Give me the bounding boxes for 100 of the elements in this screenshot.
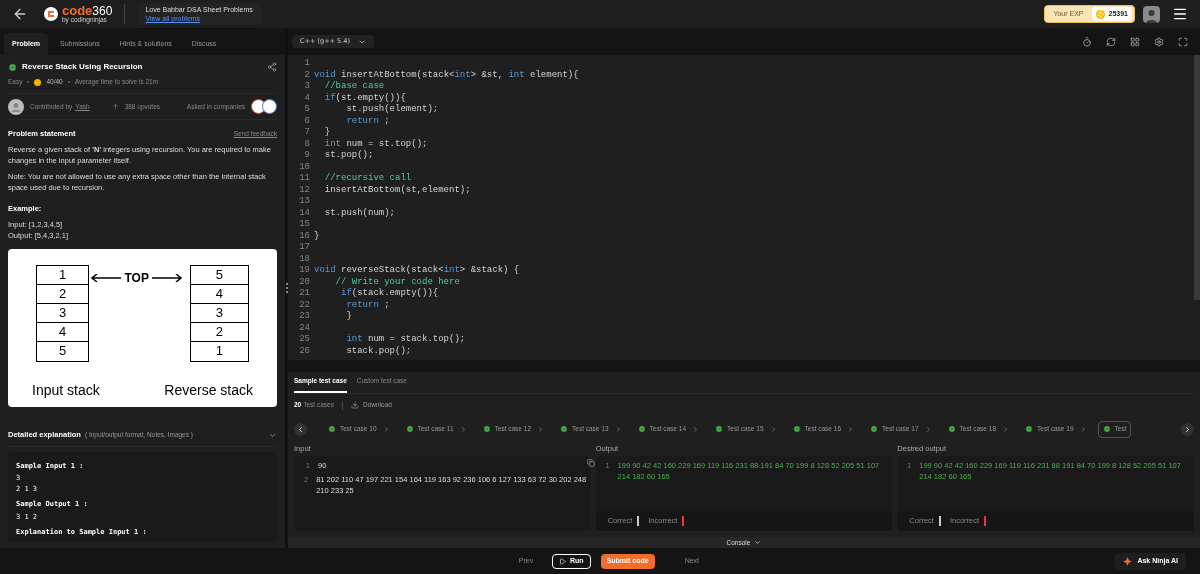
line-number: 18 xyxy=(299,253,310,265)
code-token: void xyxy=(314,265,336,275)
code-token: //base case xyxy=(323,81,385,91)
code-token: insertAtBottom(st,element); xyxy=(323,184,471,195)
refresh-icon[interactable] xyxy=(1106,36,1116,47)
chevron-icon xyxy=(1002,425,1009,433)
code-token: //recursive call xyxy=(323,173,412,183)
line-number: 16 xyxy=(299,230,310,242)
line-number: 10 xyxy=(299,161,310,173)
code-token: > &st, xyxy=(470,69,505,80)
incorrect-indicator xyxy=(682,516,685,526)
chevron-icon xyxy=(614,425,622,433)
code-token: int xyxy=(454,69,471,80)
stack-cell: 1 xyxy=(37,265,89,285)
stack-cell-text: 1 xyxy=(214,341,225,360)
code-token: element){ xyxy=(529,69,579,80)
line-number: 15 xyxy=(299,219,310,231)
code-token: (st.empty()){ xyxy=(335,92,406,103)
fullscreen-icon[interactable] xyxy=(1178,36,1188,47)
download-icon xyxy=(350,401,359,409)
line-number: 17 xyxy=(299,242,310,254)
avatar xyxy=(8,98,24,115)
line-number: 13 xyxy=(299,196,310,208)
chevron-icon xyxy=(769,425,777,433)
copy-icon[interactable] xyxy=(587,459,595,467)
menu-icon[interactable] xyxy=(1172,6,1188,22)
avatar[interactable] xyxy=(1143,5,1160,23)
problem-title: Reverse Stack Using Recursion xyxy=(22,61,143,73)
code-token: return xyxy=(345,115,379,126)
line-number: 2 xyxy=(304,69,310,81)
back-icon[interactable] xyxy=(12,6,28,22)
chevron-icon xyxy=(847,425,854,433)
stack-cell: 2 xyxy=(37,284,89,304)
chevron-icon xyxy=(754,539,762,546)
coin-icon xyxy=(34,78,42,86)
settings-icon[interactable] xyxy=(1154,36,1164,47)
top-label: TOP xyxy=(124,269,149,287)
correct-indicator xyxy=(637,516,640,526)
scroll-right-button[interactable] xyxy=(1181,422,1194,436)
left-arrow xyxy=(91,273,122,282)
brand-name: code xyxy=(62,4,93,18)
line-number: 11 xyxy=(299,173,310,185)
line-number: 8 xyxy=(304,138,310,150)
line-number: 6 xyxy=(304,115,310,127)
code-token: > &stack) { xyxy=(459,265,520,275)
code-token: st.pop(); xyxy=(323,150,374,160)
chevron-icon xyxy=(537,425,544,433)
code-token: void xyxy=(314,69,336,80)
brand-number: 360 xyxy=(92,5,113,18)
diagram-caption: Input stack xyxy=(32,380,100,400)
line-number: 14 xyxy=(299,207,310,219)
chevron-icon xyxy=(459,425,467,433)
stack-cell: 4 xyxy=(37,322,89,342)
line-number: 7 xyxy=(304,127,310,139)
diagram-caption: Reverse stack xyxy=(164,380,253,400)
stack-cell: 5 xyxy=(190,265,248,285)
correct-indicator xyxy=(938,516,941,526)
line-number: 25 xyxy=(299,334,310,346)
code-token: return xyxy=(345,299,379,310)
layout-icon[interactable] xyxy=(1130,36,1140,47)
line-number: 23 xyxy=(299,311,310,323)
code-token: stack.pop(); xyxy=(345,345,412,356)
right-arrow xyxy=(151,273,182,282)
chevron-icon xyxy=(1183,424,1192,434)
logo-icon xyxy=(44,7,58,21)
sparkle-icon xyxy=(1123,556,1133,566)
chevron-icon xyxy=(924,425,932,433)
timer-icon[interactable] xyxy=(1082,36,1092,47)
scrollbar[interactable] xyxy=(1194,55,1200,300)
code-token: ; xyxy=(383,299,390,310)
code-token: } xyxy=(345,311,352,321)
incorrect-indicator xyxy=(984,516,987,526)
chevron-icon xyxy=(1079,425,1087,433)
code-token: num = st.top(); xyxy=(345,138,428,149)
stack-cell: 3 xyxy=(190,303,248,323)
share-icon[interactable] xyxy=(267,62,277,72)
line-number: 19 xyxy=(299,265,310,277)
line-number: 1 xyxy=(304,58,310,70)
code-token: num = stack.top(); xyxy=(367,334,466,344)
code-token: int xyxy=(345,334,363,344)
code-token: st.push(num); xyxy=(323,207,395,218)
code-token: st.push(element); xyxy=(345,104,439,114)
company-logos xyxy=(251,99,277,114)
upvote-icon xyxy=(111,103,119,110)
code-token: int xyxy=(443,265,460,275)
line-number: 20 xyxy=(299,276,310,288)
code-token: } xyxy=(314,230,320,241)
line-number: 3 xyxy=(304,81,310,93)
line-number: 21 xyxy=(299,288,310,300)
code-token: int xyxy=(323,138,341,149)
code-token: (stack.empty()){ xyxy=(351,288,439,298)
scroll-left-button[interactable] xyxy=(294,422,307,436)
line-number: 26 xyxy=(299,345,310,357)
code-token: insertAtBottom(stack< xyxy=(340,69,455,80)
stack-cell: 3 xyxy=(37,303,89,323)
line-number: 12 xyxy=(299,184,310,196)
line-number: 9 xyxy=(304,150,310,162)
coin-icon xyxy=(1095,9,1105,19)
stack-cell: 2 xyxy=(190,322,248,342)
play-icon xyxy=(559,557,566,565)
